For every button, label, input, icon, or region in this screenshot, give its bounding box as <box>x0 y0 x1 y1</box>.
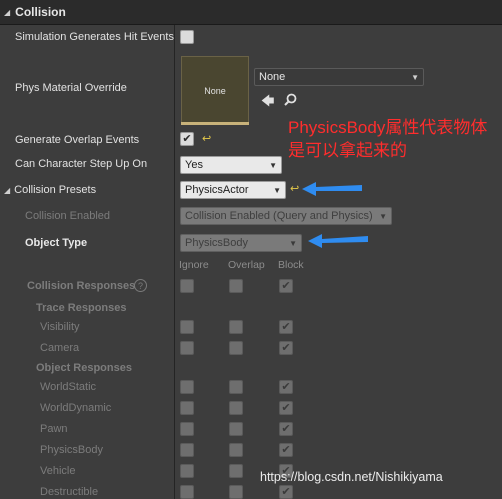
response-row-label: Pawn <box>40 423 68 435</box>
browse-search-icon[interactable] <box>284 93 297 108</box>
collision-enabled-label: Collision Enabled <box>25 210 110 222</box>
simulation-hit-events-label: Simulation Generates Hit Events <box>15 31 174 43</box>
response-overlap-checkbox[interactable] <box>229 341 243 355</box>
response-row-label: Destructible <box>40 486 99 498</box>
response-row-label: WorldStatic <box>40 381 97 393</box>
thumbnail-bar <box>181 122 249 125</box>
response-block-checkbox[interactable]: ✔ <box>279 485 293 499</box>
watermark-text: https://blog.csdn.net/Nishikiyama <box>260 470 443 484</box>
response-ignore-checkbox[interactable] <box>180 485 194 499</box>
response-block-checkbox[interactable]: ✔ <box>279 341 293 355</box>
response-overlap-checkbox[interactable] <box>229 320 243 334</box>
phys-material-override-label: Phys Material Override <box>15 82 127 94</box>
collision-responses-label: Collision Responses <box>27 280 136 292</box>
response-ignore-checkbox[interactable] <box>180 464 194 478</box>
response-ignore-checkbox[interactable] <box>180 320 194 334</box>
use-selected-arrow-icon[interactable]: 🡄 <box>261 94 274 107</box>
response-row-label: Vehicle <box>40 465 76 477</box>
collision-enabled-value: Collision Enabled (Query and Physics) <box>185 210 373 222</box>
response-row-label: WorldDynamic <box>40 402 112 414</box>
step-up-value: Yes <box>185 159 203 171</box>
annotation-text: PhysicsBody属性代表物体是可以拿起来的 <box>288 118 488 160</box>
response-block-checkbox[interactable]: ✔ <box>279 380 293 394</box>
responses-overlap-checkbox[interactable] <box>229 279 243 293</box>
response-row-label: Visibility <box>40 321 80 333</box>
phys-material-value: None <box>259 71 286 83</box>
collision-presets-value: PhysicsActor <box>185 184 249 196</box>
response-ignore-checkbox[interactable] <box>180 443 194 457</box>
phys-material-thumbnail[interactable]: None <box>181 56 249 125</box>
generate-overlap-events-checkbox[interactable]: ✔ <box>180 132 194 146</box>
collapse-triangle-icon[interactable]: ◢ <box>4 8 10 17</box>
response-overlap-checkbox[interactable] <box>229 443 243 457</box>
collapse-triangle-icon[interactable]: ◢ <box>4 186 10 195</box>
chevron-down-icon: ▼ <box>289 239 297 248</box>
collision-presets-dropdown[interactable]: PhysicsActor ▼ <box>180 181 286 199</box>
chevron-down-icon: ▼ <box>269 161 277 170</box>
column-header-block: Block <box>278 259 304 271</box>
response-ignore-checkbox[interactable] <box>180 341 194 355</box>
step-up-dropdown[interactable]: Yes ▼ <box>180 156 282 174</box>
response-row-label: Camera <box>40 342 80 354</box>
blue-arrow-icon <box>302 182 362 196</box>
response-ignore-checkbox[interactable] <box>180 401 194 415</box>
object-type-label: Object Type <box>25 237 88 249</box>
response-block-checkbox[interactable]: ✔ <box>279 401 293 415</box>
response-block-checkbox[interactable]: ✔ <box>279 320 293 334</box>
column-header-ignore: Ignore <box>179 259 209 271</box>
chevron-down-icon: ▼ <box>411 73 419 82</box>
response-block-checkbox[interactable]: ✔ <box>279 422 293 436</box>
help-icon[interactable]: ? <box>134 279 147 292</box>
trace-responses-label: Trace Responses <box>36 302 127 314</box>
blue-arrow-icon <box>308 234 368 248</box>
generate-overlap-events-label: Generate Overlap Events <box>15 134 140 146</box>
collision-section-header[interactable]: ◢ Collision <box>0 0 502 25</box>
reset-to-default-icon[interactable]: ↩ <box>202 134 211 145</box>
reset-to-default-icon[interactable]: ↩ <box>290 184 299 195</box>
object-type-dropdown[interactable]: PhysicsBody ▼ <box>180 234 302 252</box>
collision-presets-text: Collision Presets <box>14 184 97 196</box>
column-divider[interactable] <box>174 25 175 499</box>
response-ignore-checkbox[interactable] <box>180 422 194 436</box>
section-title: Collision <box>15 5 66 19</box>
response-overlap-checkbox[interactable] <box>229 401 243 415</box>
response-row-label: PhysicsBody <box>40 444 103 456</box>
responses-block-checkbox[interactable]: ✔ <box>279 279 293 293</box>
response-overlap-checkbox[interactable] <box>229 485 243 499</box>
response-overlap-checkbox[interactable] <box>229 464 243 478</box>
collision-enabled-dropdown[interactable]: Collision Enabled (Query and Physics) ▼ <box>180 207 392 225</box>
object-responses-label: Object Responses <box>36 362 132 374</box>
column-header-overlap: Overlap <box>228 259 265 271</box>
can-character-step-up-label: Can Character Step Up On <box>15 158 148 170</box>
response-block-checkbox[interactable]: ✔ <box>279 443 293 457</box>
responses-ignore-checkbox[interactable] <box>180 279 194 293</box>
response-ignore-checkbox[interactable] <box>180 380 194 394</box>
collision-presets-label[interactable]: ◢ Collision Presets <box>4 184 96 196</box>
object-type-value: PhysicsBody <box>185 237 248 249</box>
response-overlap-checkbox[interactable] <box>229 422 243 436</box>
phys-material-dropdown[interactable]: None ▼ <box>254 68 424 86</box>
thumbnail-label: None <box>204 85 226 96</box>
chevron-down-icon: ▼ <box>273 186 281 195</box>
chevron-down-icon: ▼ <box>379 212 387 221</box>
response-overlap-checkbox[interactable] <box>229 380 243 394</box>
simulation-hit-events-checkbox[interactable] <box>180 30 194 44</box>
